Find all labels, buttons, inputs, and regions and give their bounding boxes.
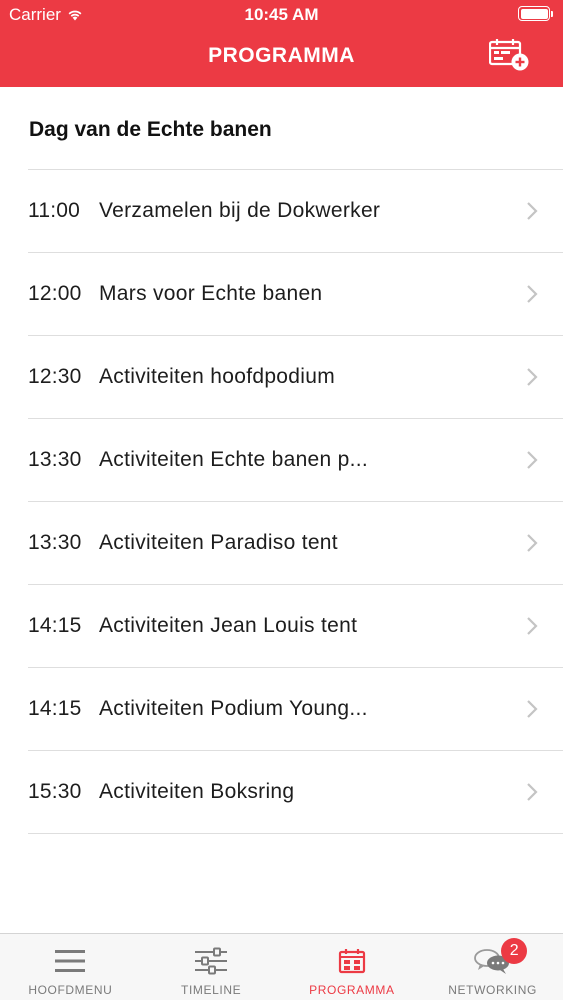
tab-programma[interactable]: PROGRAMMA — [282, 934, 423, 1000]
hamburger-menu-icon — [55, 950, 86, 972]
program-title: Activiteiten Paradiso tent — [99, 531, 338, 554]
program-time: 13:30 — [28, 448, 82, 471]
chevron-right-icon — [527, 617, 538, 635]
program-row[interactable]: 12:30 Activiteiten hoofdpodium — [28, 336, 563, 419]
sliders-icon — [195, 947, 228, 975]
section-title: Dag van de Echte banen — [28, 87, 563, 170]
program-row[interactable]: 14:15 Activiteiten Podium Young... — [28, 668, 563, 751]
program-row[interactable]: 12:00 Mars voor Echte banen — [28, 253, 563, 336]
program-title: Activiteiten Podium Young... — [99, 697, 368, 720]
chevron-right-icon — [527, 368, 538, 386]
header: Carrier 10:45 AM PROGRAMMA — [0, 0, 563, 87]
chevron-right-icon — [527, 451, 538, 469]
status-time: 10:45 AM — [244, 5, 319, 24]
program-title: Activiteiten Jean Louis tent — [99, 614, 358, 637]
status-bar: Carrier 10:45 AM — [0, 0, 563, 30]
chevron-right-icon — [527, 783, 538, 801]
tab-hoofdmenu[interactable]: HOOFDMENU — [0, 934, 141, 1000]
program-time: 13:30 — [28, 531, 82, 554]
program-title: Activiteiten Echte banen p... — [99, 448, 369, 471]
program-title: Activiteiten hoofdpodium — [99, 365, 336, 388]
add-calendar-icon — [488, 39, 529, 71]
chevron-right-icon — [527, 534, 538, 552]
program-title: Activiteiten Boksring — [99, 780, 295, 803]
notification-badge: 2 — [501, 938, 528, 964]
tab-bar: HOOFDMENU TIMELINE PROGRAMMA 2 NETWORKIN… — [0, 933, 563, 1000]
tab-label: TIMELINE — [181, 983, 242, 997]
program-row[interactable]: 14:15 Activiteiten Jean Louis tent — [28, 585, 563, 668]
program-row[interactable]: 11:00 Verzamelen bij de Dokwerker — [28, 170, 563, 253]
tab-label: HOOFDMENU — [28, 983, 113, 997]
calendar-grid-icon — [338, 949, 365, 974]
program-time: 12:00 — [28, 282, 82, 305]
program-list: Dag van de Echte banen 11:00 Verzamelen b… — [0, 87, 563, 834]
program-time: 15:30 — [28, 780, 82, 803]
program-row[interactable]: 15:30 Activiteiten Boksring — [28, 751, 563, 834]
program-time: 14:15 — [28, 697, 82, 720]
tab-label: NETWORKING — [448, 983, 537, 997]
chevron-right-icon — [527, 285, 538, 303]
program-row[interactable]: 13:30 Activiteiten Echte banen p... — [28, 419, 563, 502]
battery-icon — [518, 6, 553, 21]
add-calendar-button[interactable] — [488, 38, 531, 72]
chevron-right-icon — [527, 202, 538, 220]
tab-networking[interactable]: 2 NETWORKING — [422, 934, 563, 1000]
program-time: 12:30 — [28, 365, 82, 388]
program-time: 14:15 — [28, 614, 82, 637]
page-title: PROGRAMMA — [208, 44, 355, 67]
tab-timeline[interactable]: TIMELINE — [141, 934, 282, 1000]
tab-label: PROGRAMMA — [309, 983, 395, 997]
program-time: 11:00 — [28, 199, 80, 222]
program-title: Mars voor Echte banen — [99, 282, 323, 305]
chevron-right-icon — [527, 700, 538, 718]
program-title: Verzamelen bij de Dokwerker — [99, 199, 381, 222]
program-row[interactable]: 13:30 Activiteiten Paradiso tent — [28, 502, 563, 585]
